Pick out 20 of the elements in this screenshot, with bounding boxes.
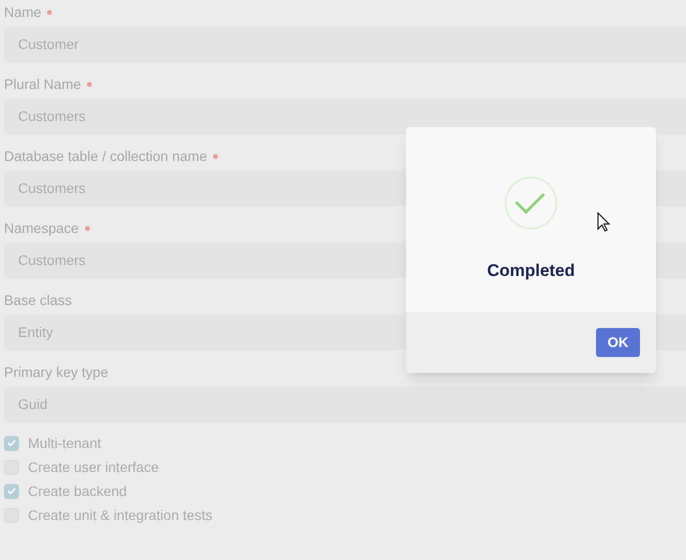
mouse-pointer-icon — [597, 212, 610, 232]
text-field[interactable]: Guid — [4, 387, 686, 422]
field-label: Base class — [4, 290, 72, 310]
field-label: Database table / collection name — [4, 146, 208, 166]
checkbox-label: Multi-tenant — [28, 434, 102, 452]
field-label: Name — [4, 2, 42, 22]
check-icon — [7, 487, 16, 495]
field-label: Namespace — [4, 218, 79, 238]
checkbox-label: Create backend — [28, 482, 127, 500]
field-label: Primary key type — [4, 362, 108, 382]
text-field[interactable]: Customers — [4, 99, 686, 134]
text-field[interactable]: Customer — [4, 27, 686, 62]
check-icon — [7, 439, 16, 447]
checkbox[interactable] — [4, 484, 19, 498]
checkbox-label: Create user interface — [28, 458, 159, 476]
ok-button[interactable]: OK — [596, 328, 640, 357]
check-circle-icon — [504, 176, 558, 230]
checkbox[interactable] — [4, 436, 19, 450]
checkbox-label: Create unit & integration tests — [28, 506, 212, 525]
field-label: Plural Name — [4, 74, 82, 94]
